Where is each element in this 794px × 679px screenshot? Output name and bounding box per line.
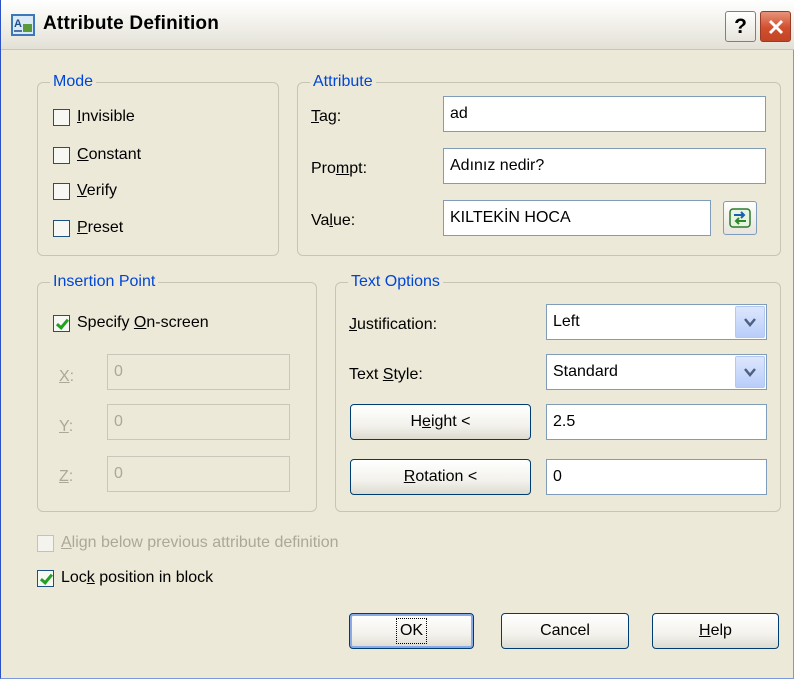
align-below-checkbox-box[interactable] <box>37 534 54 552</box>
text-style-select[interactable]: Standard <box>546 354 767 390</box>
help-button[interactable]: Help <box>652 613 779 649</box>
value-label: Value: <box>311 212 356 229</box>
preset-checkbox-box[interactable] <box>53 219 70 237</box>
title-bar[interactable]: A Attribute Definition ? <box>1 0 794 50</box>
mode-group-title: Mode <box>50 72 97 92</box>
attribute-group-title: Attribute <box>310 72 376 92</box>
verify-checkbox[interactable]: Verify <box>53 180 117 202</box>
close-icon <box>768 19 783 34</box>
y-label: Y: <box>59 418 74 435</box>
y-input[interactable]: 0 <box>107 404 290 440</box>
preset-checkbox[interactable]: Preset <box>53 217 123 239</box>
justification-dropdown-button[interactable] <box>735 306 765 338</box>
constant-checkbox-box[interactable] <box>53 146 70 164</box>
justification-select[interactable]: Left <box>546 304 767 340</box>
rotation-pick-button[interactable]: Rotation < <box>350 459 531 495</box>
x-input[interactable]: 0 <box>107 354 290 390</box>
text-style-dropdown-button[interactable] <box>735 356 765 388</box>
constant-checkbox[interactable]: Constant <box>53 144 141 166</box>
specify-on-screen-checkbox-box[interactable] <box>53 314 70 332</box>
justification-label: Justification: <box>349 316 438 333</box>
z-label: Z: <box>59 468 74 485</box>
chevron-down-icon <box>744 367 756 377</box>
align-below-label: Align below previous attribute definitio… <box>61 534 339 551</box>
title-close-button[interactable] <box>760 11 791 42</box>
preset-label: Preset <box>77 219 124 236</box>
insert-field-icon <box>729 208 751 228</box>
text-style-value: Standard <box>553 363 618 380</box>
attribute-definition-dialog: A Attribute Definition ? Mode Invisible … <box>0 0 794 679</box>
question-mark-icon: ? <box>734 14 747 38</box>
rotation-input[interactable]: 0 <box>546 459 767 495</box>
window-title: Attribute Definition <box>43 13 220 34</box>
insertion-point-group-title: Insertion Point <box>50 272 159 292</box>
text-options-group-title: Text Options <box>348 272 443 292</box>
rotation-pick-label: Rotation < <box>403 468 478 485</box>
justification-value: Left <box>553 313 580 330</box>
text-style-label: Text Style: <box>349 366 423 383</box>
help-label: Help <box>699 622 732 639</box>
height-pick-label: Height < <box>410 413 471 430</box>
specify-on-screen-label: Specify On-screen <box>77 314 209 331</box>
attribute-app-icon: A <box>11 14 35 36</box>
ok-label: OK <box>395 618 428 644</box>
height-pick-button[interactable]: Height < <box>350 404 531 440</box>
verify-label: Verify <box>77 182 118 199</box>
ok-button[interactable]: OK <box>349 613 474 649</box>
insert-field-button[interactable] <box>723 201 757 235</box>
title-help-button[interactable]: ? <box>725 11 756 42</box>
x-label: X: <box>59 368 75 385</box>
lock-position-checkbox[interactable]: Lock position in block <box>37 567 213 589</box>
tag-input[interactable]: ad <box>443 96 766 132</box>
verify-checkbox-box[interactable] <box>53 182 70 200</box>
invisible-checkbox-box[interactable] <box>53 108 70 126</box>
cancel-label: Cancel <box>540 622 590 639</box>
height-input[interactable]: 2.5 <box>546 404 767 440</box>
value-input[interactable]: KILTEKİN HOCA <box>443 200 711 236</box>
constant-label: Constant <box>77 146 142 163</box>
invisible-checkbox[interactable]: Invisible <box>53 106 135 128</box>
svg-text:A: A <box>14 18 22 30</box>
lock-position-label: Lock position in block <box>61 569 214 586</box>
prompt-input[interactable]: Adınız nedir? <box>443 148 766 184</box>
align-below-checkbox[interactable]: Align below previous attribute definitio… <box>37 532 339 554</box>
specify-on-screen-checkbox[interactable]: Specify On-screen <box>53 312 209 334</box>
tag-label: Tag: <box>311 108 342 125</box>
chevron-down-icon <box>744 317 756 327</box>
cancel-button[interactable]: Cancel <box>501 613 629 649</box>
lock-position-checkbox-box[interactable] <box>37 569 54 587</box>
z-input[interactable]: 0 <box>107 456 290 492</box>
invisible-label: Invisible <box>77 108 135 125</box>
prompt-label: Prompt: <box>311 160 368 177</box>
